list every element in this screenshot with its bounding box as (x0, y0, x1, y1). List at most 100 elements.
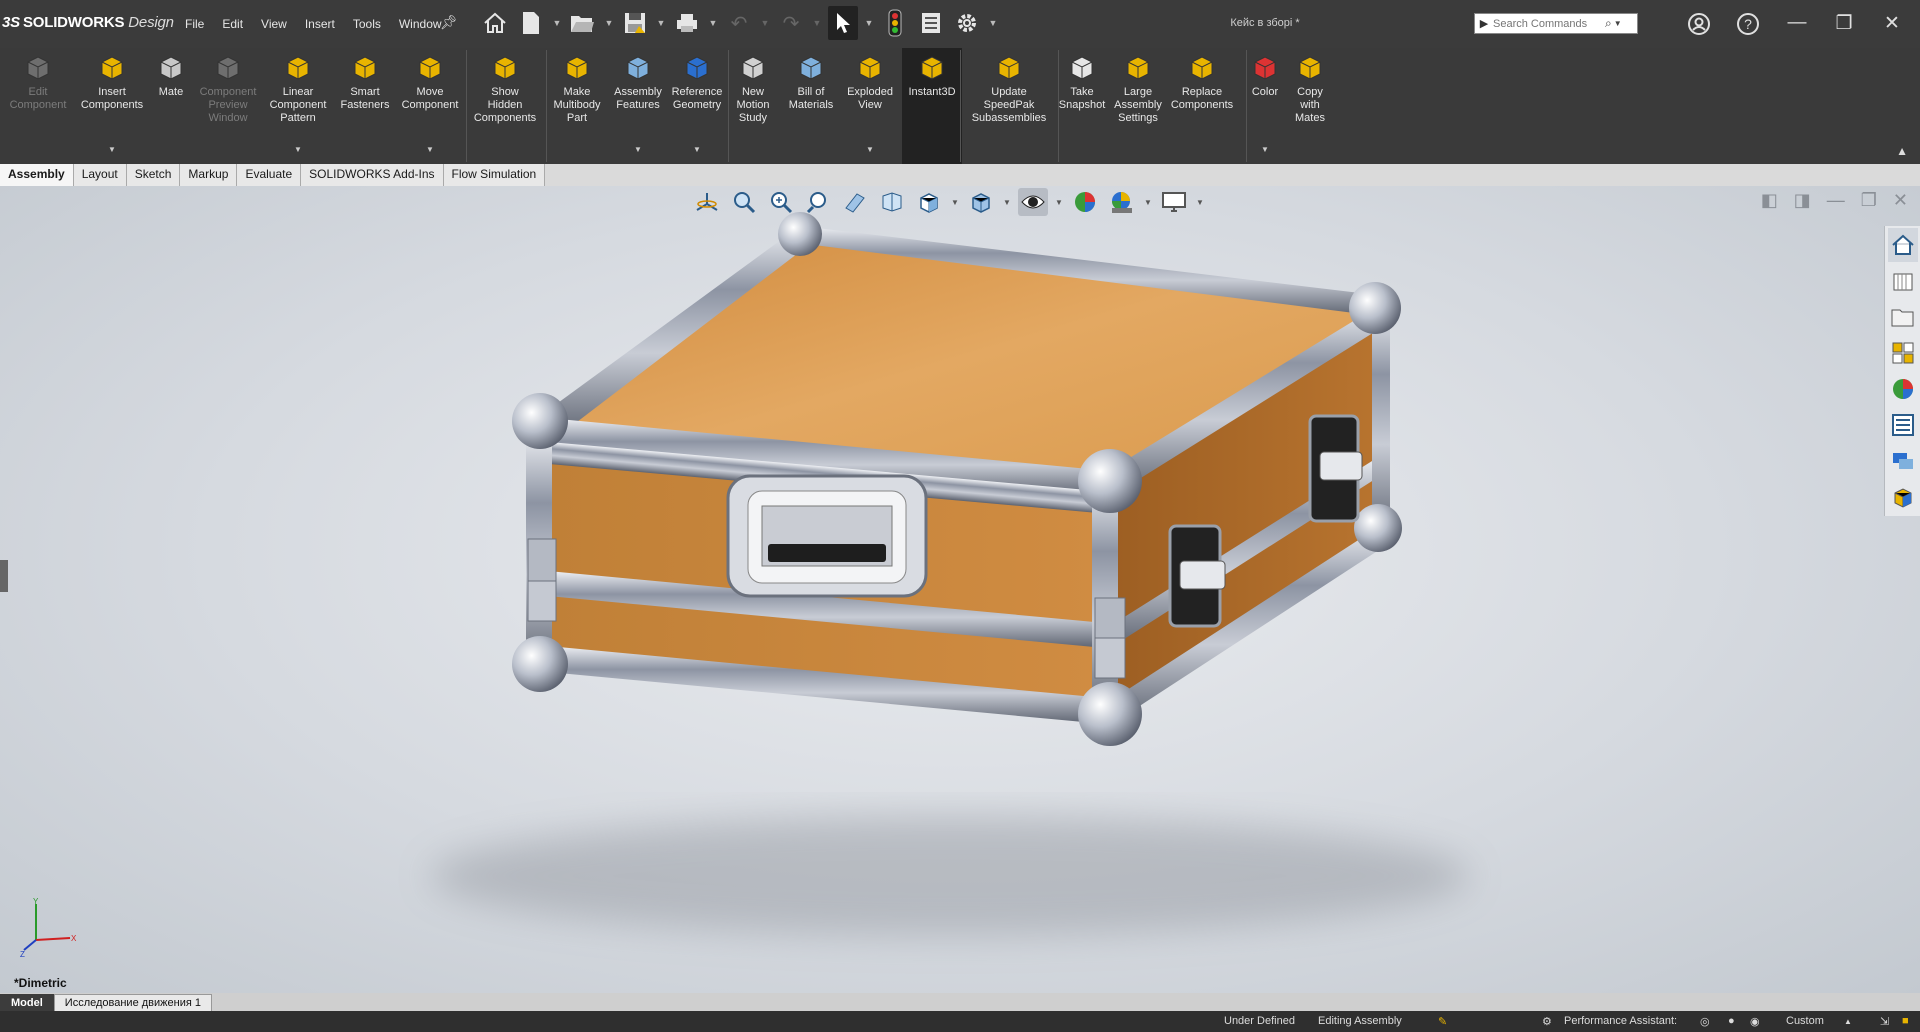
solidworks-forum-icon[interactable] (1888, 444, 1918, 478)
tab-layout[interactable]: Layout (73, 164, 127, 186)
file-properties-icon[interactable] (916, 6, 946, 40)
collapse-ribbon-icon[interactable]: ▲ (1896, 144, 1908, 158)
speedpak-button[interactable]: Update SpeedPak Subassemblies (966, 48, 1052, 164)
chevron-down-icon[interactable]: ▼ (604, 18, 614, 28)
file-explorer-folder-icon[interactable] (1888, 300, 1918, 334)
solidworks-resources-home-icon[interactable] (1887, 228, 1918, 262)
search-commands-box[interactable]: ▶ ⌕ ▼ (1474, 13, 1638, 34)
rebuild-traffic-light-icon[interactable] (880, 6, 910, 40)
chevron-down-icon[interactable]: ▼ (1261, 143, 1269, 156)
chevron-down-icon[interactable]: ▼ (1614, 19, 1622, 28)
chevron-down-icon[interactable]: ▼ (634, 143, 642, 156)
close-icon[interactable]: ✕ (1879, 12, 1905, 35)
move-component-button[interactable]: Move Component ▼ (400, 48, 460, 164)
tab-flow-simulation[interactable]: Flow Simulation (443, 164, 546, 186)
chevron-down-icon[interactable]: ▼ (708, 18, 718, 28)
undo-icon[interactable]: ↶ (724, 6, 754, 40)
smart-fasteners-button[interactable]: Smart Fasteners (340, 48, 390, 164)
select-cursor-icon[interactable] (828, 6, 858, 40)
flight-case-model[interactable] (0, 186, 1920, 993)
user-account-icon[interactable] (1686, 12, 1712, 42)
help-icon[interactable]: ? (1735, 12, 1761, 42)
recessed-handle (726, 474, 928, 598)
minimize-icon[interactable]: — (1784, 12, 1810, 34)
tab-motion-study[interactable]: Исследование движения 1 (53, 994, 212, 1011)
ribbon-button-label: Linear Component Pattern (269, 86, 327, 124)
chevron-down-icon[interactable]: ▼ (693, 143, 701, 156)
menu-insert[interactable]: Insert (296, 17, 344, 31)
tab-sketch[interactable]: Sketch (126, 164, 181, 186)
camera-button[interactable]: Take Snapshot (1059, 48, 1105, 164)
ribbon-button-label: Smart Fasteners (340, 86, 390, 111)
pin-menu-icon[interactable]: 📌︎ (440, 14, 458, 31)
multibody-part-button[interactable]: Make Multibody Part (550, 48, 604, 164)
tab-solidworks-addins[interactable]: SOLIDWORKS Add-Ins (301, 164, 444, 186)
custom-properties-icon[interactable] (1888, 408, 1918, 442)
menu-edit[interactable]: Edit (213, 17, 252, 31)
open-folder-icon[interactable] (568, 6, 598, 40)
menu-tools[interactable]: Tools (344, 17, 390, 31)
aluminium-rail (1372, 304, 1390, 538)
linear-pattern-button[interactable]: Linear Component Pattern ▼ (268, 48, 328, 164)
chevron-down-icon[interactable]: ▼ (760, 18, 770, 28)
chevron-down-icon[interactable]: ▼ (866, 143, 874, 156)
chevron-down-icon[interactable]: ▼ (988, 18, 998, 28)
graphics-area[interactable]: ▼ ▼ ▼ ▼ ▼ ◧ ◨ — ❐ ✕ Y X Z *Dimetric (0, 186, 1920, 993)
unit-system-selector[interactable]: Custom (1786, 1015, 1824, 1027)
performance-indicator-icon[interactable]: ◉ (1750, 1015, 1760, 1028)
options-gear-icon[interactable] (952, 6, 982, 40)
color-palette-button[interactable]: Color ▼ (1248, 48, 1282, 164)
exploded-view-button[interactable]: Exploded View ▼ (846, 48, 894, 164)
restore-icon[interactable]: ❐ (1831, 12, 1857, 35)
print-icon[interactable] (672, 6, 702, 40)
tab-model[interactable]: Model (0, 994, 54, 1011)
3dexperience-marketplace-icon[interactable] (1888, 480, 1918, 514)
chevron-down-icon[interactable]: ▼ (864, 18, 874, 28)
performance-indicator-icon[interactable]: ● (1728, 1015, 1735, 1027)
ribbon-button-label: Bill of Materials (788, 86, 834, 111)
copy-with-mates-button[interactable]: Copy with Mates (1292, 48, 1328, 164)
instant3d-button[interactable]: Instant3D (902, 48, 962, 164)
design-library-icon[interactable] (1888, 264, 1918, 298)
notification-icon[interactable]: ■ (1902, 1015, 1909, 1027)
motion-study-button[interactable]: New Motion Study (730, 48, 776, 164)
home-icon[interactable] (480, 6, 510, 40)
bill-of-materials-button[interactable]: Bill of Materials (786, 48, 836, 164)
chevron-down-icon[interactable]: ▼ (552, 18, 562, 28)
appearances-scenes-icon[interactable] (1888, 372, 1918, 406)
performance-gear-icon[interactable]: ⚙ (1542, 1015, 1552, 1028)
solidworks-logo[interactable]: 3S SOLIDWORKS Design (2, 14, 174, 31)
chevron-down-icon[interactable]: ▼ (108, 143, 116, 156)
unit-system-arrow-icon[interactable]: ▲ (1844, 1017, 1852, 1026)
menu-file[interactable]: File (176, 17, 213, 31)
chevron-down-icon[interactable]: ▼ (294, 143, 302, 156)
tab-evaluate[interactable]: Evaluate (237, 164, 302, 186)
search-input[interactable] (1493, 17, 1603, 30)
redo-icon[interactable]: ↷ (776, 6, 806, 40)
mate-paperclip-button[interactable]: Mate (154, 48, 188, 164)
menu-view[interactable]: View (252, 17, 296, 31)
tab-assembly[interactable]: Assembly (0, 164, 74, 186)
large-assembly-button[interactable]: Large Assembly Settings (1112, 48, 1164, 164)
view-palette-icon[interactable] (1888, 336, 1918, 370)
new-document-icon[interactable] (516, 6, 546, 40)
show-hidden-button[interactable]: Show Hidden Components (472, 48, 538, 164)
save-icon[interactable] (620, 6, 650, 40)
reference-geometry-button[interactable]: Reference Geometry ▼ (670, 48, 724, 164)
hint-icon[interactable]: ⇲ (1880, 1015, 1889, 1028)
component-preview-button[interactable]: Component Preview Window (196, 48, 260, 164)
chevron-down-icon[interactable]: ▼ (812, 18, 822, 28)
edit-component-button[interactable]: Edit Component (6, 48, 70, 164)
chevron-down-icon[interactable]: ▼ (656, 18, 666, 28)
quick-tips-icon[interactable]: ✎ (1438, 1015, 1447, 1028)
performance-indicator-icon[interactable]: ◎ (1700, 1015, 1710, 1028)
chevron-down-icon[interactable]: ▼ (426, 143, 434, 156)
multibody-part-icon (562, 52, 592, 82)
assembly-features-button[interactable]: Assembly Features ▼ (612, 48, 664, 164)
ribbon-button-label: Show Hidden Components (473, 86, 537, 124)
corner-bracket (1094, 637, 1126, 679)
search-icon[interactable]: ⌕ (1605, 16, 1612, 31)
tab-markup[interactable]: Markup (180, 164, 238, 186)
insert-components-button[interactable]: Insert Components ▼ (78, 48, 146, 164)
replace-components-button[interactable]: Replace Components (1170, 48, 1234, 164)
